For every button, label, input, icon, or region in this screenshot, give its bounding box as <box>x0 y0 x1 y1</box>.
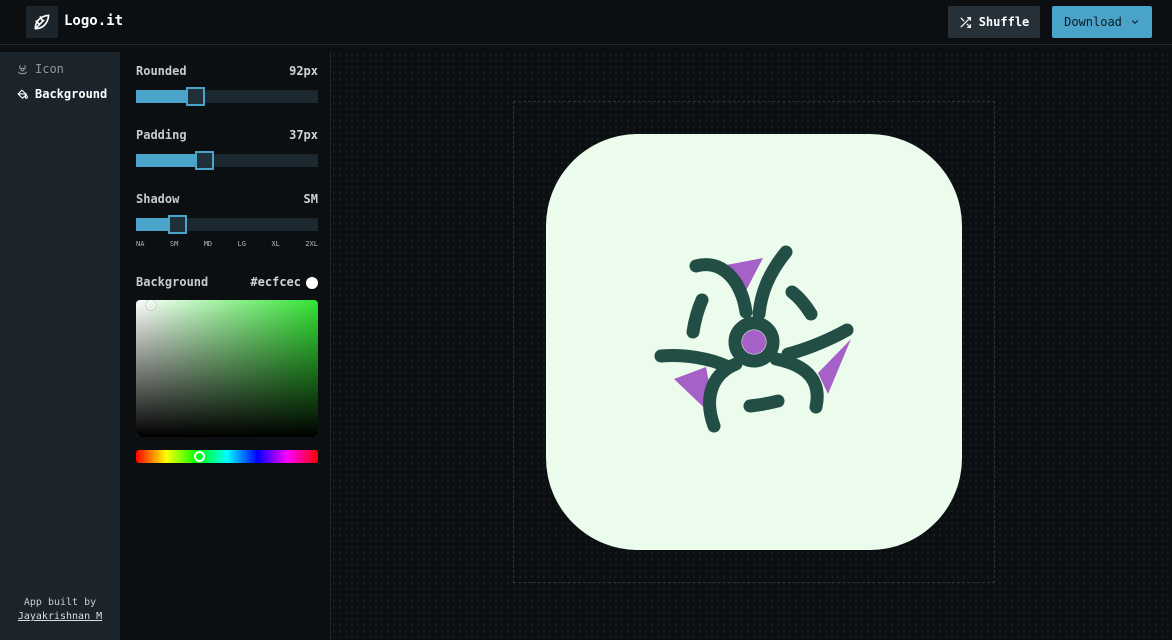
hue-slider-handle[interactable] <box>194 451 205 462</box>
sidebar-item-label: Background <box>35 87 108 101</box>
app-title: Logo.it <box>64 13 124 29</box>
padding-label: Padding <box>136 128 187 142</box>
shadow-tick: LG <box>237 240 247 248</box>
shadow-tick: XL <box>271 240 280 248</box>
shadow-tick: MD <box>203 240 213 248</box>
rounded-row: Rounded 92px <box>136 64 318 78</box>
biohazard-icon <box>654 245 854 433</box>
shadow-ticks: NA SM MD LG XL 2XL <box>136 240 318 248</box>
background-hex-value: #ecfcec <box>250 275 301 289</box>
sidebar: Icon Background App built by Jayakrishna… <box>0 52 120 640</box>
logo-tile <box>546 134 962 550</box>
shadow-row: Shadow SM <box>136 192 318 206</box>
preview-canvas <box>331 52 1172 640</box>
top-bar: Logo.it Shuffle Download <box>0 0 1172 45</box>
shadow-tick: NA <box>136 240 145 248</box>
app-logo[interactable] <box>26 6 58 38</box>
sidebar-item-icon[interactable]: Icon <box>16 60 64 78</box>
background-label: Background <box>136 275 209 289</box>
padding-row: Padding 37px <box>136 128 318 142</box>
shadow-tick: 2XL <box>305 240 318 248</box>
shadow-tick: SM <box>169 240 179 248</box>
padding-slider[interactable] <box>136 151 318 170</box>
sidebar-item-label: Icon <box>35 62 64 76</box>
chevron-down-icon <box>1131 20 1138 24</box>
shuffle-button[interactable]: Shuffle <box>948 6 1040 38</box>
padding-value: 37px <box>289 128 318 142</box>
padding-slider-thumb[interactable] <box>195 151 214 170</box>
credit: App built by Jayakrishnan M <box>0 596 120 624</box>
shadow-value: SM <box>303 192 318 206</box>
rounded-label: Rounded <box>136 64 187 78</box>
background-row: Background #ecfcec <box>136 275 318 289</box>
biohazard-icon <box>18 64 27 74</box>
author-link[interactable]: Jayakrishnan M <box>18 611 102 622</box>
shadow-slider-thumb[interactable] <box>168 215 187 234</box>
rounded-slider-thumb[interactable] <box>186 87 205 106</box>
hue-slider[interactable] <box>136 450 318 463</box>
paint-bucket-icon <box>17 89 28 99</box>
shuffle-label: Shuffle <box>978 15 1030 29</box>
rounded-value: 92px <box>289 64 318 78</box>
shadow-slider[interactable] <box>136 215 318 234</box>
color-saturation-picker[interactable] <box>136 300 318 437</box>
export-frame <box>513 101 995 583</box>
background-value-group: #ecfcec <box>250 275 318 289</box>
shadow-label: Shadow <box>136 192 180 206</box>
credit-text: App built by <box>23 597 97 608</box>
color-picker-handle[interactable] <box>146 300 156 310</box>
rounded-slider[interactable] <box>136 87 318 106</box>
download-button[interactable]: Download <box>1052 6 1152 38</box>
download-label: Download <box>1064 15 1122 29</box>
settings-panel: Rounded 92px Padding 37px Shadow SM NA S… <box>120 52 331 640</box>
leaf-icon <box>34 14 50 30</box>
shuffle-icon <box>960 16 971 28</box>
background-swatch[interactable] <box>306 276 318 289</box>
sidebar-item-background[interactable]: Background <box>16 85 107 103</box>
